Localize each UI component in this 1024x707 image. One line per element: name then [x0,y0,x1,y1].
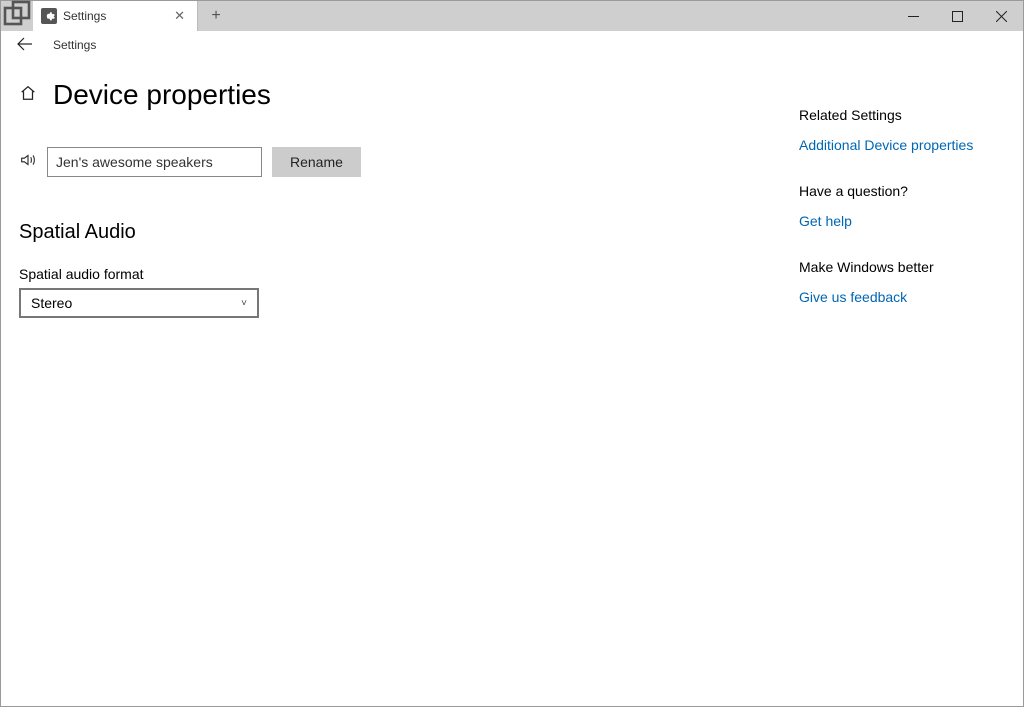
give-feedback-link[interactable]: Give us feedback [799,289,1009,305]
additional-device-properties-link[interactable]: Additional Device properties [799,137,1009,153]
breadcrumb-bar: Settings [1,31,1023,59]
rename-button[interactable]: Rename [272,147,361,177]
get-help-link[interactable]: Get help [799,213,1009,229]
main-panel: Device properties Rename Spatial Audio S… [19,79,799,706]
spatial-format-select[interactable]: Stereo ˅ [19,288,259,318]
settings-window: Settings ✕ + Settings [0,0,1024,707]
side-panel: Related Settings Additional Device prope… [799,79,1023,706]
maximize-button[interactable] [935,1,979,31]
back-arrow-icon[interactable] [17,37,33,54]
tab-title: Settings [63,9,164,23]
titlebar: Settings ✕ + [1,1,1023,31]
minimize-button[interactable] [891,1,935,31]
window-controls [891,1,1023,31]
close-button[interactable] [979,1,1023,31]
make-windows-better-heading: Make Windows better [799,259,1009,275]
gear-icon [41,8,57,24]
have-question-heading: Have a question? [799,183,1009,199]
tab-close-icon[interactable]: ✕ [170,8,189,24]
breadcrumb-label: Settings [53,38,96,52]
chevron-down-icon: ˅ [241,298,247,309]
spatial-format-label: Spatial audio format [19,266,799,282]
home-icon[interactable] [19,84,37,107]
device-name-input[interactable] [47,147,262,177]
new-tab-button[interactable]: + [198,1,234,31]
window-tabset-icon[interactable] [1,1,33,31]
related-settings-heading: Related Settings [799,107,1009,123]
speaker-icon [19,151,37,174]
tab-settings[interactable]: Settings ✕ [33,1,198,31]
page-title: Device properties [53,79,271,111]
spatial-audio-heading: Spatial Audio [19,221,799,244]
spatial-format-value: Stereo [31,295,72,311]
